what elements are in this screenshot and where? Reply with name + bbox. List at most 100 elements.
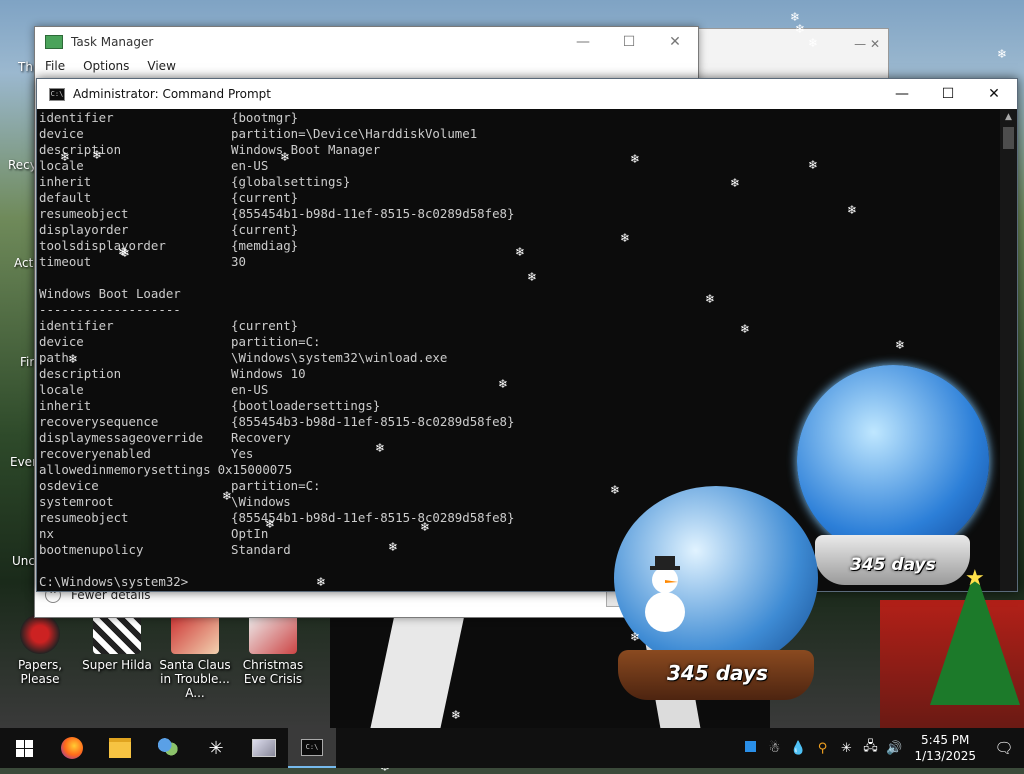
star-icon: ★ [965,566,985,591]
droplet-tray-icon[interactable]: 💧 [786,741,810,756]
console-line: toolsdisplayorder {memdiag} [39,238,999,254]
console-key: ------------------- [39,302,181,317]
console-value: 0x15000075 [217,462,293,477]
network-icon[interactable]: 🖧 [858,737,882,759]
snowflake-tray-icon[interactable]: ✳ [834,741,858,756]
console-scrollbar[interactable]: ▲ [1000,109,1017,591]
super-hilda-icon [93,614,141,654]
desktop-icon-christmas-eve-crisis[interactable]: Christmas Eve Crisis [233,614,313,686]
background-window[interactable]: — ✕ [697,28,889,80]
maximize-button[interactable]: ☐ [606,27,652,57]
snowman-tray-icon[interactable]: ☃ [762,741,786,756]
snowflake-icon: ✳ [208,737,224,759]
console-key: timeout [39,254,92,269]
desktop-icon-santa-claus-in-trouble[interactable]: Santa Claus in Trouble... A... [155,614,235,700]
taskbar-firefox[interactable] [48,728,96,768]
taskbar-snowflake-app[interactable]: ✳ [192,728,240,768]
snow-globe-gifts[interactable] [797,365,989,557]
menu-view[interactable]: View [147,59,175,73]
console-line: locale en-US [39,158,999,174]
days-countdown-label: 345 days [667,661,768,685]
console-value: partition=C: [231,478,321,493]
file-explorer-icon [109,738,131,758]
desktop-icon-label: Christmas Eve Crisis [242,658,304,686]
console-key: identifier [39,110,114,125]
clock[interactable]: 5:45 PM 1/13/2025 [906,732,984,764]
console-value: {855454b3-b98d-11ef-8515-8c0289d58fe8} [231,414,515,429]
search-tray-icon[interactable]: ⚲ [810,741,834,756]
console-line: Windows Boot Loader [39,286,999,302]
console-value: OptIn [231,526,269,541]
console-value: {855454b1-b98d-11ef-8515-8c0289d58fe8} [231,206,515,221]
command-prompt-title: Administrator: Command Prompt [73,87,271,101]
console-value: {memdiag} [231,238,299,253]
console-key: description [39,366,122,381]
papers-please-icon [20,614,60,654]
notification-center-icon[interactable]: 🗨 [984,728,1024,768]
desktop-icon-label-partial-unc: Unc [12,554,35,568]
snowman-icon [645,556,685,632]
console-value: Recovery [231,430,291,445]
menu-file[interactable]: File [45,59,65,73]
console-value: en-US [231,158,269,173]
command-prompt-titlebar[interactable]: C:\ Administrator: Command Prompt — ☐ ✕ [37,79,1017,109]
desktop-icon-label-partial-firefox: Fir [20,355,35,369]
desktop-icon-label-partial-recycle: Recy [8,158,37,172]
desktop-icon-label-partial-this-pc: Th [18,60,33,74]
taskbar-file-explorer[interactable] [96,728,144,768]
firefox-icon [61,737,83,759]
console-value: en-US [231,382,269,397]
close-button[interactable]: ✕ [652,27,698,57]
desktop-icon-label: Super Hilda [82,658,152,672]
console-line: device partition=\Device\HarddiskVolume1 [39,126,999,142]
console-line: device partition=C: [39,334,999,350]
console-key: allowedinmemorysettings [39,462,211,477]
console-key: toolsdisplayorder [39,238,166,253]
console-key: recoverysequence [39,414,159,429]
console-key: nx [39,526,54,541]
task-manager-title: Task Manager [71,35,154,49]
background-window-controls[interactable]: — ✕ [854,37,880,51]
taskbar-command-prompt[interactable]: C:\ [288,728,336,768]
taskbar-photos[interactable] [240,728,288,768]
days-countdown-label: 345 days [850,555,936,575]
minimize-button[interactable]: — [879,79,925,109]
close-button[interactable]: ✕ [971,79,1017,109]
console-key: Windows Boot Loader [39,286,181,301]
minimize-button[interactable]: — [560,27,606,57]
christmas-eve-crisis-icon [249,614,297,654]
maximize-button[interactable]: ☐ [925,79,971,109]
start-button[interactable] [0,728,48,768]
console-value: partition=C: [231,334,321,349]
desktop-icon-super-hilda[interactable]: Super Hilda [77,614,157,672]
taskbar-people[interactable] [144,728,192,768]
console-value: {globalsettings} [231,174,351,189]
photos-icon [252,739,276,757]
desktop-icon-label: Santa Claus in Trouble... A... [159,658,231,700]
console-line: path \Windows\system32\winload.exe [39,350,999,366]
windows-logo-icon [15,739,33,757]
scroll-up-arrow-icon[interactable]: ▲ [1000,109,1017,126]
console-key: resumeobject [39,206,129,221]
volume-icon[interactable]: 🔊 [882,741,906,756]
scrollbar-thumb[interactable] [1003,127,1014,149]
system-tray: ☃ 💧 ⚲ ✳ 🖧 🔊 5:45 PM 1/13/2025 🗨 [738,728,1024,768]
console-value: 30 [231,254,246,269]
menu-options[interactable]: Options [83,59,129,73]
console-key: inherit [39,398,92,413]
taskbar: ✳ C:\ ☃ 💧 ⚲ ✳ 🖧 🔊 5:45 PM 1/13/2025 🗨 [0,728,1024,768]
console-key: description [39,142,122,157]
console-line: description Windows Boot Manager [39,142,999,158]
task-manager-menu: File Options View [35,57,698,75]
desktop-icon-papers-please[interactable]: Papers, Please [0,614,80,686]
console-key: locale [39,382,84,397]
blue-square-tray-icon[interactable] [738,740,762,756]
console-line: identifier {current} [39,318,999,334]
console-value: Yes [231,446,254,461]
console-value: {current} [231,318,299,333]
console-line: default {current} [39,190,999,206]
console-key: displayorder [39,222,129,237]
console-key: default [39,190,92,205]
console-key: resumeobject [39,510,129,525]
